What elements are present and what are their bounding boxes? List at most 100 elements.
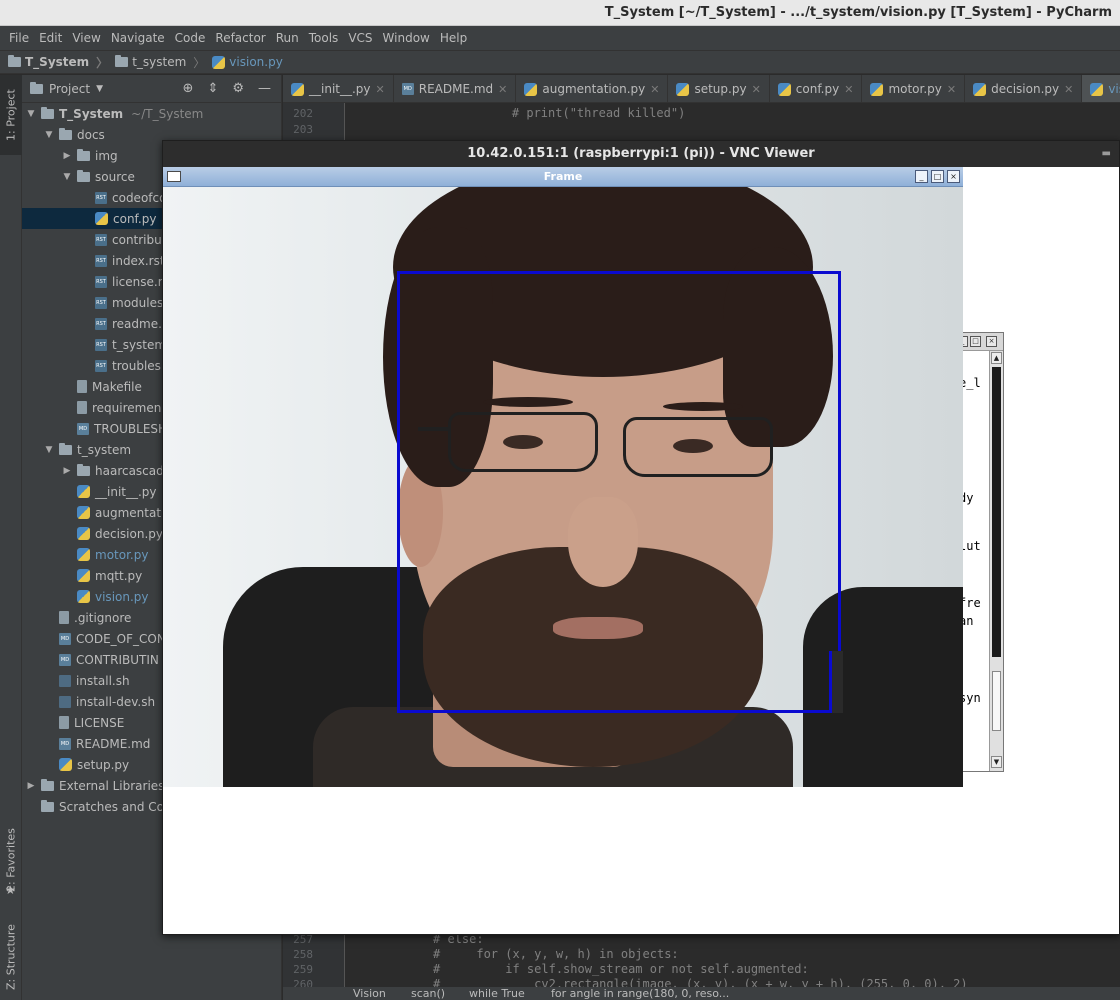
expand-down-icon[interactable]: ▼ [44,130,54,140]
close-tab-icon[interactable]: ✕ [650,83,659,96]
menu-file[interactable]: File [4,31,34,45]
expand-right-icon[interactable]: ▶ [62,151,72,161]
tree-item-label: t_system [112,337,167,352]
gear-icon[interactable]: ⚙ [232,81,244,96]
hide-panel-icon[interactable]: — [258,81,271,96]
vnc-titlebar[interactable]: 10.42.0.151:1 (raspberrypi:1 (pi)) - VNC… [163,141,1119,167]
text-file-icon [77,380,87,393]
menu-vcs[interactable]: VCS [343,31,377,45]
collapse-all-icon[interactable]: ⇕ [207,81,218,96]
menu-refactor[interactable]: Refactor [210,31,270,45]
tree-item-label: CODE_OF_CON [76,631,166,646]
menu-navigate[interactable]: Navigate [106,31,170,45]
python-file-icon [870,82,884,96]
editor-tab[interactable]: __init__.py ✕ [283,75,394,102]
opencv-frame-window[interactable]: Frame _ □ × [163,167,963,787]
maximize-icon[interactable]: □ [931,170,944,183]
editor-tab[interactable]: setup.py ✕ [668,75,770,102]
close-icon[interactable]: × [986,336,997,347]
close-tab-icon[interactable]: ✕ [844,83,853,96]
minimize-icon[interactable]: _ [915,170,928,183]
close-tab-icon[interactable]: ✕ [376,83,385,96]
scroll-up-arrow-icon[interactable]: ▲ [991,352,1002,364]
vnc-title: 10.42.0.151:1 (raspberrypi:1 (pi)) - VNC… [467,146,815,161]
close-icon[interactable]: × [947,170,960,183]
tree-item-label: docs [77,127,105,142]
menu-edit[interactable]: Edit [34,31,67,45]
tree-item-label: __init__.py [95,484,157,499]
menu-tools[interactable]: Tools [304,31,344,45]
editor-tabs: __init__.py ✕ MD README.md ✕ augmentation.py ✕… [283,75,1120,103]
editor-tab[interactable]: vision.py [1082,75,1120,102]
vnc-viewer-window[interactable]: 10.42.0.151:1 (raspberrypi:1 (pi)) - VNC… [162,140,1120,935]
close-tab-icon[interactable]: ✕ [1064,83,1073,96]
tool-tab-structure[interactable]: Z: Structure [0,915,22,1000]
python-file-icon [1090,82,1104,96]
expand-right-icon[interactable]: ▶ [62,466,72,476]
editor-tab-label: motor.py [888,82,942,96]
tree-item-label: contribu [112,232,162,247]
editor-tab[interactable]: MD README.md ✕ [394,75,517,102]
close-tab-icon[interactable]: ✕ [498,83,507,96]
structure-crumb[interactable]: while True [469,987,525,1000]
editor-tab[interactable]: motor.py ✕ [862,75,966,102]
close-tab-icon[interactable]: ✕ [947,83,956,96]
rst-file-icon: RST [95,296,107,309]
expand-down-icon[interactable]: ▼ [44,445,54,455]
frame-titlebar[interactable]: Frame _ □ × [163,167,963,187]
python-file-icon [777,82,791,96]
tool-tab-project[interactable]: 1: Project [0,75,22,155]
vnc-remote-desktop[interactable]: _ □ × e_l dy lut fre an syn ▲ ▼ [163,167,1119,934]
face-box-gap [831,651,843,713]
tree-item-label: External Libraries [59,778,165,793]
menu-window[interactable]: Window [378,31,435,45]
close-tab-icon[interactable]: ✕ [752,83,761,96]
expand-down-icon[interactable]: ▼ [62,172,72,182]
text-file-icon [77,401,87,414]
breadcrumb-file[interactable]: vision.py [212,55,283,69]
tree-item-label: mqtt.py [95,568,143,583]
editor-tab[interactable]: augmentation.py ✕ [516,75,669,102]
locate-file-icon[interactable]: ⊕ [183,81,194,96]
breadcrumb-folder[interactable]: t_system 〉 [115,54,208,71]
rst-file-icon: RST [95,275,107,288]
expand-right-icon[interactable]: ▶ [26,781,36,791]
structure-crumb[interactable]: Vision [353,987,386,1000]
tree-item[interactable]: ▼ T_System ~/T_System [22,103,281,124]
structure-crumb[interactable]: scan() [411,987,445,1000]
scrollbar-thumb[interactable] [992,671,1001,731]
rst-file-icon: RST [95,233,107,246]
menu-code[interactable]: Code [170,31,211,45]
tree-item-path: ~/T_System [131,106,204,121]
folder-icon [59,442,72,455]
line-number: 259 [293,963,313,976]
project-view-selector[interactable]: Project [49,82,90,96]
expand-down-icon[interactable]: ▼ [26,109,36,119]
terminal-scrollbar[interactable]: ▲ ▼ [989,351,1003,771]
tree-item-label: source [95,169,135,184]
scroll-down-arrow-icon[interactable]: ▼ [991,756,1002,768]
python-file-icon [77,506,90,519]
menu-view[interactable]: View [67,31,105,45]
editor-tab[interactable]: conf.py ✕ [770,75,863,102]
terminal-titlebar[interactable]: _ □ × [957,333,1003,351]
frame-title: Frame [543,170,583,183]
editor-tab[interactable]: decision.py ✕ [965,75,1083,102]
editor-tab-label: conf.py [795,82,840,96]
python-file-icon [524,82,538,96]
menu-help[interactable]: Help [435,31,472,45]
folder-icon [115,55,129,67]
tree-item-label: Scratches and Con [59,799,172,814]
vnc-options-icon[interactable]: ▬ [1102,141,1111,167]
structure-crumb[interactable]: for angle in range(180, 0, reso... [551,987,729,1000]
rst-file-icon: RST [95,359,107,372]
tree-item-label: setup.py [77,757,130,772]
maximize-icon[interactable]: □ [970,336,981,347]
breadcrumb-root[interactable]: T_System 〉 [8,54,111,71]
python-file-icon [59,758,72,771]
folder-icon [59,127,72,140]
editor-tab-label: setup.py [694,82,747,96]
menu-run[interactable]: Run [271,31,304,45]
remote-terminal-window[interactable]: _ □ × e_l dy lut fre an syn ▲ ▼ [957,332,1004,772]
dropdown-arrow-icon[interactable]: ▼ [96,84,103,94]
